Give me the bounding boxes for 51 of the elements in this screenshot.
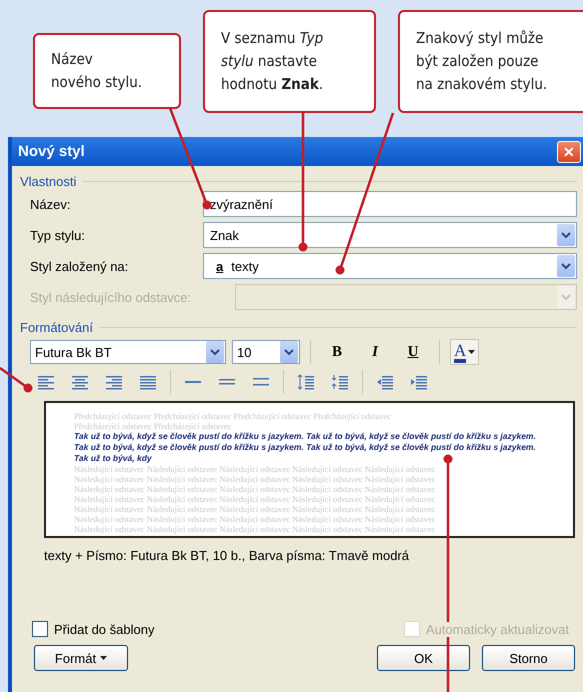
paragraph-spacing-icon: [297, 374, 315, 390]
field-label: Typ stylu:: [30, 228, 86, 242]
window-title: Nový styl: [18, 143, 85, 160]
sample-text: Tak už to bývá, když se člověk pustí do křížku s jazykem. Tak už to bývá, když se člověk pustí do křížku s jazykem.: [74, 442, 536, 453]
line-spacing-icon: [218, 379, 236, 385]
caret-icon: [100, 656, 108, 660]
dropdown-field[interactable]: [235, 284, 577, 310]
field-label: Název:: [30, 196, 72, 212]
group-heading: Vlastnosti: [20, 174, 76, 189]
dropdown-field[interactable]: Znak: [203, 222, 577, 248]
dropdown-field[interactable]: a texty: [203, 253, 577, 279]
callout-text: hodnotu Znak.: [221, 74, 324, 95]
chevron-down-icon: [210, 348, 220, 356]
underline-button[interactable]: U: [397, 340, 429, 364]
indent-icon: [410, 374, 428, 390]
outdent-icon: [376, 374, 394, 390]
chevron-down-icon: [561, 262, 571, 270]
dialog-button[interactable]: Formát: [34, 645, 128, 671]
input-field[interactable]: zvýraznění: [203, 191, 577, 217]
bold-button[interactable]: B: [321, 340, 353, 364]
align-center-icon: [71, 374, 89, 390]
group-heading: Formátování: [20, 320, 93, 335]
callout-text: na znakovém stylu.: [416, 74, 548, 95]
chevron-down-icon: [284, 348, 294, 356]
field-label: Styl následujícího odstavce:: [30, 290, 192, 304]
italic-button[interactable]: I: [359, 340, 391, 364]
line-spacing-icon: [184, 381, 202, 383]
chevron-down-icon: [561, 294, 571, 300]
size-dropdown[interactable]: 10: [232, 340, 300, 364]
callout-text: Znakový styl může: [416, 28, 544, 49]
paragraph-spacing-icon: [331, 374, 349, 390]
callout-text: Název: [51, 49, 94, 70]
field-label: Styl založený na:: [30, 258, 130, 274]
callout-text: být založen pouze: [416, 51, 540, 72]
style-description: texty + Písmo: Futura Bk BT, 10 b., Barva písma: Tmavě modrá: [44, 548, 410, 563]
align-left-icon: [37, 374, 55, 390]
dialog-button[interactable]: Storno: [482, 645, 575, 671]
sample-text: Tak už to bývá, kdy: [74, 453, 152, 464]
dialog-button[interactable]: OK: [377, 645, 470, 671]
font-color-button[interactable]: A: [450, 339, 480, 365]
line-spacing-icon: [252, 378, 270, 386]
justify-icon: [139, 374, 157, 390]
font-dropdown[interactable]: Futura Bk BT: [30, 340, 226, 364]
callout-text: stylu nastavte: [221, 51, 318, 72]
chevron-down-icon: [561, 232, 571, 238]
sample-text: Tak už to bývá, když se člověk pustí do křížku s jazykem. Tak už to bývá, když se člověk pustí do křížku s jazykem.: [74, 431, 536, 442]
leader-line: [0, 366, 32, 392]
callout-text: nového stylu.: [51, 72, 144, 93]
caret-icon: [468, 350, 476, 354]
align-right-icon: [105, 374, 123, 390]
callout-text: V seznamu Typ: [221, 28, 324, 49]
